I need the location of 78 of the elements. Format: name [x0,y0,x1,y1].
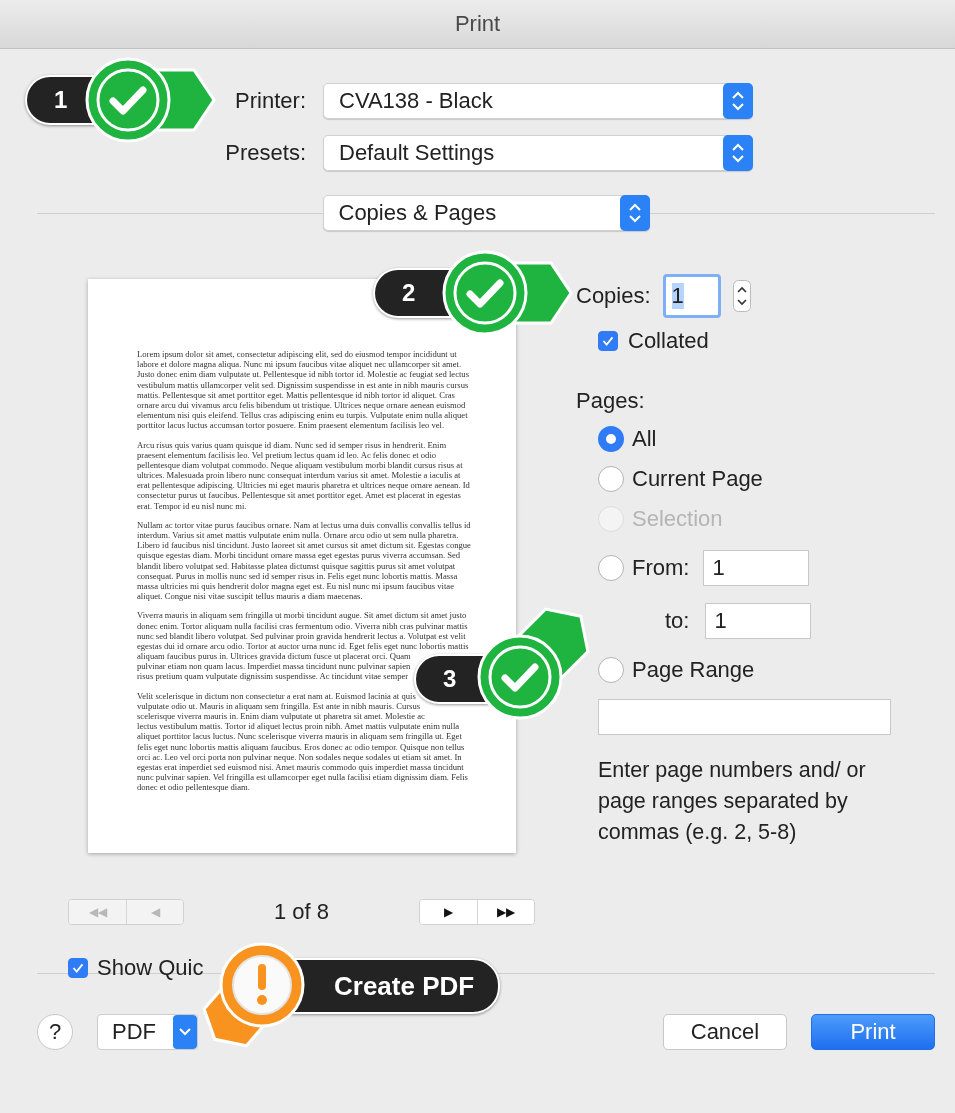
copies-label: Copies: [576,283,651,309]
preview-text-line: interdum. Varius sit amet mattis vulputate enim nulla. Ornare arcu odio ut sem nulla pharetra. [137,530,459,540]
preview-text-line: vestibulum mattis ullamcorper velit sed. Dignissim suspendisse in est ante in nibh mauris cursus [137,379,469,390]
chevron-down-icon [173,1015,197,1049]
presets-label: Presets: [225,140,306,166]
radio-label: Page Range [632,657,755,683]
section-popup[interactable]: Copies & Pages [322,195,650,231]
page-range-field[interactable] [598,699,891,735]
cancel-button[interactable]: Cancel [663,1014,787,1050]
preview-text-line: aliquam faucibus purus in. Ultrices gravida dictum fusce ut placerat orci. Quam [137,651,411,662]
copies-field[interactable]: 1 [662,274,721,318]
preview-text-line: praesent elementum facilisis leo. Vel pretium lectus quam id leo. Ac felis donec et odio [137,449,437,460]
chevron-updown-icon [723,83,753,119]
preview-text-line: mattis. Pellentesque sit amet porttitor eget. Mattis pellentesque id nibh tortor id aliquet. Cras [137,389,455,400]
page-count: 1 of 8 [273,899,329,925]
preview-text-line: quisque egestas diam. Morbi tincidunt ornare massa eget egestas purus viverra accumsan. Sed [137,550,461,561]
preview-text-line: risus pretium quam vulputate dignissim suspendisse. Ac tincidunt vitae semper [137,671,409,682]
preview-text-line: pellentesque diam volutpat commodo. Neque aliquam vestibulum morbi blandit cursus risus at [137,459,463,470]
preview-text-line: consectetur purus ut faucibus. Pellentesque sit amet porttitor eget. Amet est placerat in egestas [137,490,461,501]
preview-text-line: blandit libero volutpat sed. Habitasse platea dictumst quisque sagittis purus sit amet volutpat [137,560,456,571]
stepper-icon[interactable] [732,280,751,312]
radio-button[interactable] [598,426,624,452]
preview-text-line: Libero id faucibus nisl tincidunt. Justo laoreet sit amet cursus sit amet dictum sit. Egestas congue [137,540,471,551]
preview-text-line: aliquet. Congue nisi vitae suscipit tellus mauris a diam maecenas. [137,591,363,602]
radio-button[interactable] [598,555,624,581]
pdf-menu-button[interactable]: PDF [97,1014,198,1050]
radio-button[interactable] [598,657,624,683]
preview-text-line: pulvinar etiam non quam lacus. Imperdiet massa tincidunt nunc pulvinar sapien [137,661,411,672]
preview-text-line: orci ac. Leo vel orci porta non pulvinar neque. Non sodales neque sodales ut etiam sit amet. In [137,751,462,762]
chevron-updown-icon [619,195,650,231]
page-forward-button[interactable]: ▶▶ [477,900,534,924]
radio-label: All [632,426,657,452]
printer-label: Printer: [235,88,306,114]
preview-text-line: elementum nisi quis eleifend. Tellus cras adipiscing enim eu turpis. Vulputate enim nulla aliquet [137,410,468,421]
checkbox[interactable] [68,958,88,978]
checkbox[interactable] [598,331,618,351]
radio-label: From: [632,555,690,581]
preview-text-line: Viverra mauris in aliquam sem fringilla ut morbi tincidunt augue. Sit amet dictum sit amet justo [137,610,467,621]
preview-text-line: aliquet porttitor lacus luctus. Nunc scelerisque viverra mauris in aliquam sem fringilla ut. Eget [137,731,462,742]
chevron-updown-icon [723,135,753,171]
hint-text: Enter page numbers and/ or page ranges separated by commas (e.g. 2, 5-8) [598,757,867,846]
from-field[interactable]: 1 [703,550,810,586]
preview-text-line: porttitor lacus luctus accumsan tortor posuere. Enim praesent elementum facilisis leo vel. [137,420,445,431]
help-button[interactable]: ? [37,1014,73,1050]
preview-text-line: consequat. Purus in mollis nunc sed id semper risus in. Felis eget nunc lobortis mattis. Massa [137,570,458,581]
preview-text-line: nunc sed blandit libero volutpat. Sed pulvinar proin gravida hendrerit lectus a. Volutpat est velit [137,630,466,641]
preview-text-line: labore et dolore magna aliqua. Nunc mi ipsum faucibus vitae aliquet nec ullamcorper sit amet. [137,359,462,370]
preview-text-line: ultrices. Malesuada proin libero nunc consequat interdum varius sit amet. Molestie a iaculis at [137,470,461,481]
preview-text-line: felis eget nunc lobortis mattis aliquam faucibus. Eros donec ac odio tempor. Quisque non tellus [137,741,465,752]
preview-text-line: egestas dui id ornare arcu odio. Tortor at auctor urna nunc id. Eget felis eget nunc lobortis mattis [137,640,469,651]
radio-label: Current Page [632,466,763,492]
radio-button[interactable] [598,466,624,492]
preview-text-line: erat. Tempor id eu nisl nunc mi. [137,500,247,511]
presets-popup[interactable]: Default Settings [323,135,753,171]
preview-text-line: egestas erat imperdiet sed euismod nisi. Amet mauris commodo quis imperdiet massa tincidunt [137,761,464,772]
preview-text-line: scelerisque viverra mauris in. Enim diam vulputate ut pharetra sit amet. Molestie ac [137,711,425,721]
warning-pin-icon [202,942,305,1048]
check-pin-icon [85,57,216,143]
preview-text-line: erat pellentesque adipiscing. Ultricies mi eget mauris pharetra et ultrices neque ornare aenean. Id [137,480,470,491]
to-label: to: [665,608,690,634]
to-field[interactable]: 1 [705,603,812,639]
preview-text-line: Lorem ipsum dolor sit amet, consectetur adipiscing elit, sed do eiusmod tempor incididunt ut [137,349,457,359]
window-title: Print [454,11,501,37]
checkbox-label: Show Quic [97,955,204,981]
preview-text-line: massa ultricies mi quis hendrerit dolor magna eget est. Eu nisl nunc mi ipsum faucibus vitae [137,580,454,591]
preview-text-line: Velit scelerisque in dictum non consectetur a erat nam at. Euismod lacinia at quis [137,690,416,701]
preview-text-line: donec enim. Tortor aliquam nulla facilisi cras fermentum odio. Viverra nibh cras pulvinar mattis [137,620,468,631]
preview-text-line: nunc pulvinar sapien. Vel fringilla est ullamcorper eget nulla facilisi etiam dignissim diam. Felis [137,772,468,783]
pages-label: Pages: [576,388,645,414]
checkbox-label: Collated [628,328,709,354]
preview-text-line: Arcu risus quis varius quam quisque id diam. Nunc sed id semper risus in hendrerit. Enim [137,439,447,450]
preview-text-line: lectus vestibulum mattis. Tortor id aliquet lectus proin nibh. Amet mattis vulputate enim nulla [137,721,460,732]
printer-popup[interactable]: CVA138 - Black [323,83,753,119]
preview-text-line: donec et odio pellentesque diam. [137,782,250,793]
print-button[interactable]: Print [811,1014,935,1050]
preview-text-line: Nullam ac tortor vitae purus faucibus ornare. Nam at lectus urna duis convallis convallis tellus id [137,519,471,530]
preview-text-line: ornare arcu dui vivamus arcu felis bibendum ut tristique. Ultrices neque ornare aenean euismod [137,399,466,410]
preview-text-line: Justo donec enim diam vulputate ut. Pellentesque id nibh tortor id. Molestie ac feugiat sed lectus [137,369,469,380]
